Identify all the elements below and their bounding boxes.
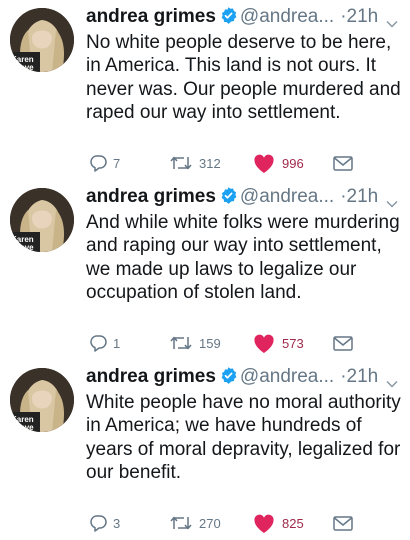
tweet-content: andrea grimes @andrea... ·21h And while wh…	[86, 184, 404, 305]
timestamp[interactable]: 21h	[347, 366, 379, 387]
reply-button[interactable]: 7	[88, 152, 120, 174]
svg-text:Wave: Wave	[13, 423, 34, 432]
svg-text:Wave: Wave	[13, 243, 34, 252]
svg-text:Wave: Wave	[13, 63, 34, 72]
heart-icon	[251, 332, 277, 354]
handle[interactable]: @andrea...	[240, 6, 334, 27]
like-button[interactable]: 825	[251, 512, 304, 534]
retweet-button[interactable]: 312	[168, 152, 221, 174]
handle[interactable]: @andrea...	[240, 186, 334, 207]
like-count: 996	[282, 155, 304, 171]
envelope-icon	[332, 154, 354, 172]
retweet-count: 159	[199, 335, 221, 351]
tweet-text: White people have no moral authority in …	[86, 392, 401, 484]
retweet-count: 270	[199, 515, 221, 531]
retweet-icon	[168, 153, 194, 173]
reply-count: 3	[113, 515, 121, 531]
reply-button[interactable]: 3	[88, 512, 120, 534]
tweet-header: andrea grimes @andrea... ·21h	[86, 4, 404, 30]
chevron-down-icon[interactable]	[386, 370, 398, 396]
like-button[interactable]: 573	[251, 332, 304, 354]
tweet-header: andrea grimes @andrea... ·21h	[86, 364, 404, 390]
timeline: Karen Wave andrea grimes @andrea... ·21h N…	[0, 0, 410, 540]
retweet-count: 312	[199, 155, 221, 171]
heart-icon	[251, 152, 277, 174]
verified-badge-icon	[219, 366, 238, 393]
handle[interactable]: @andrea...	[240, 366, 334, 387]
envelope-icon	[332, 334, 354, 352]
avatar-image: Karen Wave	[10, 368, 74, 432]
tweet-content: andrea grimes @andrea... ·21h White people…	[86, 364, 404, 485]
avatar[interactable]: Karen Wave	[10, 188, 74, 252]
direct-message-button[interactable]	[332, 512, 354, 534]
tweet-content: andrea grimes @andrea... ·21h No white peo…	[86, 4, 404, 125]
verified-badge-icon	[219, 186, 238, 213]
avatar[interactable]: Karen Wave	[10, 368, 74, 432]
tweet[interactable]: Karen Wave andrea grimes @andrea... ·21h W…	[0, 360, 410, 540]
retweet-button[interactable]: 159	[168, 332, 221, 354]
reply-button[interactable]: 1	[88, 332, 120, 354]
timestamp[interactable]: 21h	[347, 186, 379, 207]
tweet[interactable]: Karen Wave andrea grimes @andrea... ·21h N…	[0, 0, 410, 180]
direct-message-button[interactable]	[332, 152, 354, 174]
reply-icon	[88, 153, 108, 173]
display-name[interactable]: andrea grimes	[86, 366, 216, 387]
reply-icon	[88, 333, 108, 353]
like-count: 573	[282, 335, 304, 351]
like-button[interactable]: 996	[251, 152, 304, 174]
display-name[interactable]: andrea grimes	[86, 6, 216, 27]
timestamp[interactable]: 21h	[347, 6, 379, 27]
envelope-icon	[332, 514, 354, 532]
chevron-down-icon[interactable]	[386, 190, 398, 216]
avatar-image: Karen Wave	[10, 8, 74, 72]
reply-count: 1	[113, 335, 121, 351]
tweet-text: And while white folks were murdering and…	[86, 212, 400, 304]
retweet-button[interactable]: 270	[168, 512, 221, 534]
heart-icon	[251, 512, 277, 534]
chevron-down-icon[interactable]	[386, 10, 398, 36]
reply-icon	[88, 513, 108, 533]
like-count: 825	[282, 515, 304, 531]
retweet-icon	[168, 513, 194, 533]
tweet-header: andrea grimes @andrea... ·21h	[86, 184, 404, 210]
display-name[interactable]: andrea grimes	[86, 186, 216, 207]
avatar[interactable]: Karen Wave	[10, 8, 74, 72]
tweet-text: No white people deserve to be here, in A…	[86, 32, 401, 124]
retweet-icon	[168, 333, 194, 353]
direct-message-button[interactable]	[332, 332, 354, 354]
reply-count: 7	[113, 155, 121, 171]
tweet-actions: 7 312 996	[86, 152, 386, 174]
tweet-actions: 1 159 573	[86, 332, 386, 354]
avatar-image: Karen Wave	[10, 188, 74, 252]
tweet-actions: 3 270 825	[86, 512, 386, 534]
verified-badge-icon	[219, 6, 238, 33]
tweet[interactable]: Karen Wave andrea grimes @andrea... ·21h A…	[0, 180, 410, 360]
